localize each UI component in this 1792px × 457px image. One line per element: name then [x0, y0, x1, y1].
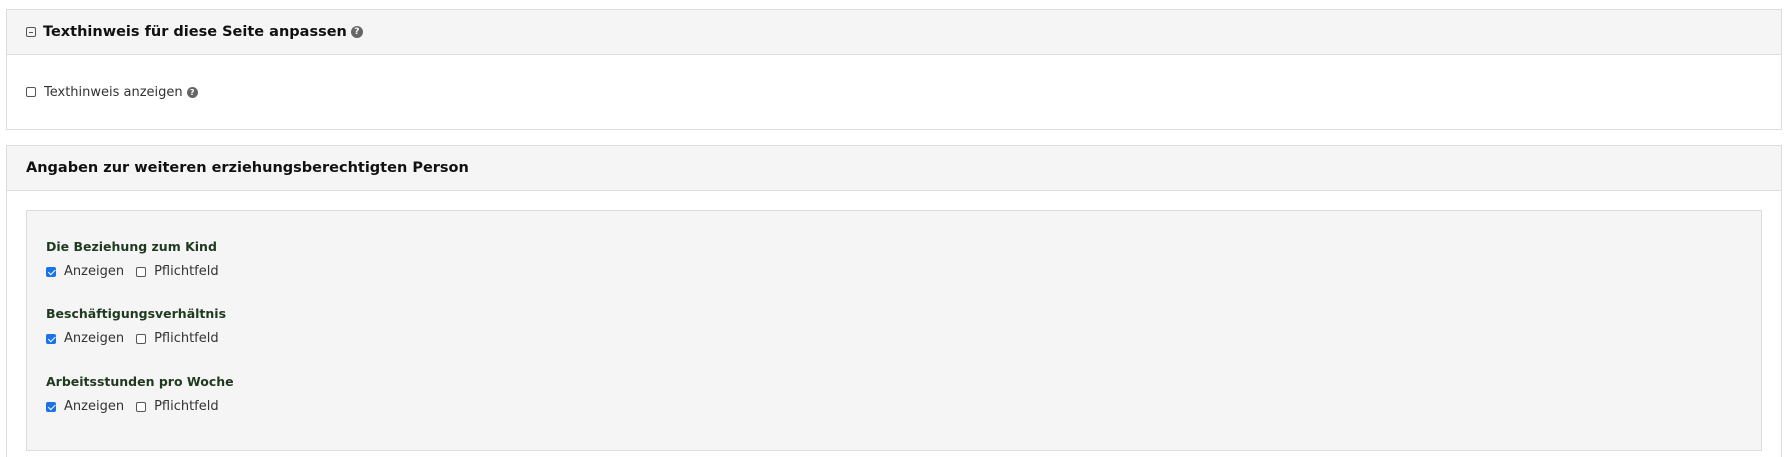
- show-hint-checkbox[interactable]: [26, 87, 36, 97]
- field-group-employment: Beschäftigungsverhältnis Anzeigen Pflich…: [46, 306, 226, 346]
- show-label[interactable]: Anzeigen: [64, 264, 124, 279]
- collapse-icon[interactable]: [26, 27, 36, 37]
- show-checkbox[interactable]: [46, 401, 56, 412]
- show-label[interactable]: Anzeigen: [64, 399, 124, 414]
- guardian-panel: Angaben zur weiteren erziehungsberechtig…: [6, 145, 1782, 457]
- required-label[interactable]: Pflichtfeld: [154, 399, 219, 414]
- show-hint-label[interactable]: Texthinweis anzeigen: [44, 85, 183, 100]
- field-group-relationship: Die Beziehung zum Kind Anzeigen Pflichtf…: [46, 239, 219, 279]
- field-group-working-hours: Arbeitsstunden pro Woche Anzeigen Pflich…: [46, 374, 234, 414]
- required-label[interactable]: Pflichtfeld: [154, 264, 219, 279]
- show-hint-help-icon[interactable]: ?: [186, 86, 198, 98]
- guardian-panel-title: Angaben zur weiteren erziehungsberechtig…: [26, 160, 469, 176]
- required-checkbox[interactable]: [136, 401, 147, 412]
- text-hint-panel-body: Texthinweis anzeigen ?: [7, 55, 1781, 129]
- field-title: Beschäftigungsverhältnis: [46, 306, 227, 321]
- text-hint-panel-heading: Texthinweis für diese Seite anpassen ?: [7, 10, 1781, 55]
- guardian-fields-well: Die Beziehung zum Kind Anzeigen Pflichtf…: [26, 210, 1762, 451]
- required-label[interactable]: Pflichtfeld: [154, 331, 219, 346]
- page: Texthinweis für diese Seite anpassen ? T…: [0, 0, 1792, 457]
- field-options: Anzeigen Pflichtfeld: [46, 264, 219, 279]
- field-title: Arbeitsstunden pro Woche: [46, 374, 234, 389]
- show-checkbox[interactable]: [46, 266, 56, 277]
- help-icon[interactable]: ?: [350, 26, 363, 38]
- show-checkbox[interactable]: [46, 333, 56, 344]
- guardian-panel-heading: Angaben zur weiteren erziehungsberechtig…: [7, 146, 1781, 191]
- field-title: Die Beziehung zum Kind: [46, 239, 217, 254]
- required-checkbox[interactable]: [136, 333, 147, 344]
- show-label[interactable]: Anzeigen: [64, 331, 124, 346]
- field-options: Anzeigen Pflichtfeld: [46, 399, 234, 414]
- text-hint-panel: Texthinweis für diese Seite anpassen ? T…: [6, 9, 1782, 130]
- text-hint-panel-title: Texthinweis für diese Seite anpassen: [43, 24, 347, 40]
- required-checkbox[interactable]: [136, 266, 147, 277]
- field-options: Anzeigen Pflichtfeld: [46, 331, 226, 346]
